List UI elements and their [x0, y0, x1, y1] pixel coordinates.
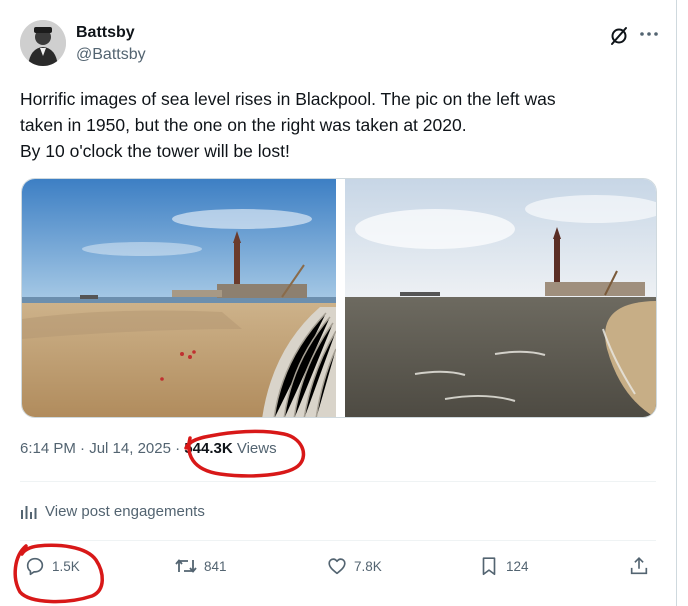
- post-date[interactable]: Jul 14, 2025: [89, 440, 171, 457]
- photo-sea-high-tide[interactable]: [345, 179, 657, 418]
- engagements-label: View post engagements: [45, 502, 205, 520]
- post-card: Battsby @Battsby Horrific images of sea …: [0, 0, 677, 606]
- reply-count: 1.5K: [52, 558, 80, 574]
- post-text-line: Horrific images of sea level rises in Bl…: [20, 89, 556, 109]
- analytics-icon: [21, 505, 37, 519]
- repost-button[interactable]: 841: [174, 555, 227, 577]
- reply-button[interactable]: 1.5K: [24, 555, 80, 577]
- repost-icon: [175, 559, 197, 573]
- post-text: Horrific images of sea level rises in Bl…: [20, 86, 660, 164]
- repost-count: 841: [204, 558, 227, 574]
- divider: [20, 481, 656, 482]
- post-time[interactable]: 6:14 PM: [20, 440, 76, 457]
- post-meta: 6:14 PM · Jul 14, 2025 · 544.3K Views: [20, 440, 277, 457]
- views-count: 544.3K: [184, 440, 233, 457]
- user-handle[interactable]: @Battsby: [76, 46, 146, 64]
- action-bar: 1.5K 841 7.8K 124: [22, 555, 652, 581]
- share-icon: [630, 557, 648, 575]
- avatar-image: [20, 20, 66, 66]
- like-button[interactable]: 7.8K: [326, 555, 382, 577]
- meta-separator: ·: [75, 440, 90, 457]
- views-label: Views: [232, 440, 277, 457]
- bookmark-count: 124: [506, 558, 529, 574]
- display-name[interactable]: Battsby: [76, 24, 135, 42]
- avatar[interactable]: [20, 20, 66, 66]
- like-icon: [328, 558, 346, 575]
- like-count: 7.8K: [354, 558, 382, 574]
- grok-icon[interactable]: [608, 25, 630, 47]
- more-icon[interactable]: [638, 23, 660, 45]
- post-text-line: taken in 1950, but the one on the right …: [20, 115, 467, 135]
- view-engagements-link[interactable]: View post engagements: [20, 500, 205, 522]
- post-header: Battsby @Battsby: [20, 20, 676, 70]
- meta-separator: ·: [170, 440, 185, 457]
- photo-beach-low-tide[interactable]: [22, 179, 336, 418]
- divider: [20, 540, 656, 541]
- media-grid: [21, 178, 657, 418]
- reply-icon: [26, 557, 44, 576]
- post-text-line: By 10 o'clock the tower will be lost!: [20, 141, 290, 161]
- bookmark-button[interactable]: 124: [478, 555, 529, 577]
- bookmark-icon: [482, 557, 496, 576]
- share-button[interactable]: [628, 555, 656, 577]
